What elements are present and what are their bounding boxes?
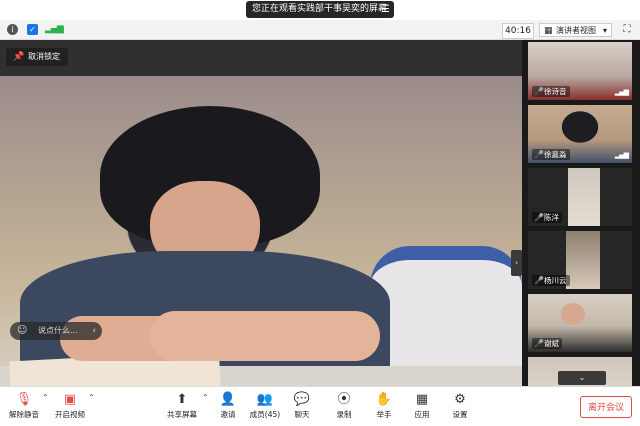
meeting-toolbar: i ✓ ▂▄▆ 40:16 ▦ 演讲者视图 ▾ ⛶ [0,20,640,40]
users-icon: 👥 [256,392,274,407]
participant-tile[interactable]: 🎤 杨川云 [528,231,632,289]
start-video-button[interactable]: ▣ 开启视频 [52,391,88,425]
video-off-icon: ▣ [63,392,77,407]
quick-chat-input[interactable]: ☺ 说点什么... ‹ [10,322,102,340]
apps-label: 应用 [414,410,430,419]
leave-meeting-button[interactable]: 离开会议 [580,396,632,418]
chat-label: 聊天 [294,410,310,419]
mic-off-icon: 🎙 [15,392,33,407]
grid-icon: ▦ [544,26,553,36]
add-user-icon: 👤 [219,392,237,407]
settings-label: 设置 [452,410,468,419]
mic-muted-icon: 🎤 [534,213,544,222]
chevron-up-icon[interactable]: ⌃ [202,393,209,402]
chevron-up-icon[interactable]: ⌃ [88,393,95,402]
share-screen-label: 共享屏幕 [167,410,197,419]
participant-name: 🎤 杨川云 [532,275,570,286]
participants-label: 成员(45) [249,410,281,419]
participant-name: 🎤 徐嘉淼 [532,149,570,160]
chevron-down-icon: ▾ [602,26,607,35]
screen-share-banner-text: 您正在观看实践部干事吴奕的屏幕 [252,4,388,14]
chat-icon: 💬 [293,392,311,407]
participant-name: 🎤 徐诗音 [532,86,570,97]
participant-tile[interactable]: 🎤 陈洋 [528,168,632,226]
mic-muted-icon: 🎤 [534,276,544,285]
invite-label: 邀请 [220,410,236,419]
unmute-label: 解除静音 [9,410,39,419]
participant-name: 🎤 陈洋 [532,212,562,223]
mic-muted-icon: 🎤 [534,150,544,159]
hand-icon: ✋ [375,392,393,407]
participant-tile[interactable]: 🎤 徐嘉淼 ▂▄▆ [528,105,632,163]
participant-tile[interactable]: 🎤 谢斌 [528,294,632,352]
share-screen-button[interactable]: ⬆ 共享屏幕 [164,391,200,425]
gear-icon: ⚙ [454,392,466,407]
participant-sidebar[interactable]: 🎤 徐诗音 ▂▄▆ 🎤 徐嘉淼 ▂▄▆ 🎤 陈洋 🎤 杨川云 🎤 谢斌 [522,40,640,386]
participant-tile[interactable]: 🎤 徐诗音 ▂▄▆ [528,42,632,100]
record-icon: ⦿ [337,392,351,407]
toggle-sidebar-button[interactable]: › [511,250,522,276]
record-label: 录制 [336,410,352,419]
raise-hand-label: 举手 [376,410,392,419]
title-bar: 您正在观看实践部干事吴奕的屏幕 ☰ [0,0,640,20]
emoji-icon[interactable]: ☺ [17,324,27,338]
shield-icon[interactable]: ✓ [27,24,38,35]
screen-share-banner[interactable]: 您正在观看实践部干事吴奕的屏幕 ☰ [246,1,394,18]
record-button[interactable]: ⦿ 录制 [332,391,356,425]
apps-icon: ▦ [415,392,429,407]
signal-icon: ▂▄▆ [614,88,629,96]
menu-icon[interactable]: ☰ [381,1,390,18]
apps-button[interactable]: ▦ 应用 [410,391,434,425]
pin-icon: 📌 [13,52,25,62]
view-mode-label: 演讲者视图 [556,26,596,35]
unpin-label: 取消锁定 [28,52,60,61]
main-video: 📌 取消锁定 ☺ 说点什么... ‹ › [0,40,522,386]
start-video-label: 开启视频 [55,410,85,419]
info-icon[interactable]: i [7,24,18,35]
mic-muted-icon: 🎤 [534,87,544,96]
unpin-button[interactable]: 📌 取消锁定 [6,48,68,66]
fullscreen-icon[interactable]: ⛶ [620,23,634,37]
chat-button[interactable]: 💬 聊天 [290,391,314,425]
participants-button[interactable]: 👥 成员(45) [248,391,282,425]
signal-strength-icon[interactable]: ▂▄▆ [45,24,64,35]
scroll-down-button[interactable]: ⌄ [558,371,606,385]
meeting-controls: 🎙 解除静音 ⌃ ▣ 开启视频 ⌃ ⬆ 共享屏幕 ⌃ 👤 邀请 👥 成员(45)… [0,386,640,426]
settings-button[interactable]: ⚙ 设置 [448,391,472,425]
signal-icon: ▂▄▆ [614,151,629,159]
invite-button[interactable]: 👤 邀请 [214,391,242,425]
quick-chat-placeholder: 说点什么... [38,326,78,335]
participant-name: 🎤 谢斌 [532,338,562,349]
unmute-button[interactable]: 🎙 解除静音 [6,391,42,425]
meeting-timer: 40:16 [502,23,534,39]
view-mode-select[interactable]: ▦ 演讲者视图 ▾ [539,23,612,37]
mic-muted-icon: 🎤 [534,339,544,348]
share-screen-icon: ⬆ [176,392,188,407]
collapse-chat-icon[interactable]: ‹ [92,322,96,340]
chevron-up-icon[interactable]: ⌃ [42,393,49,402]
raise-hand-button[interactable]: ✋ 举手 [372,391,396,425]
